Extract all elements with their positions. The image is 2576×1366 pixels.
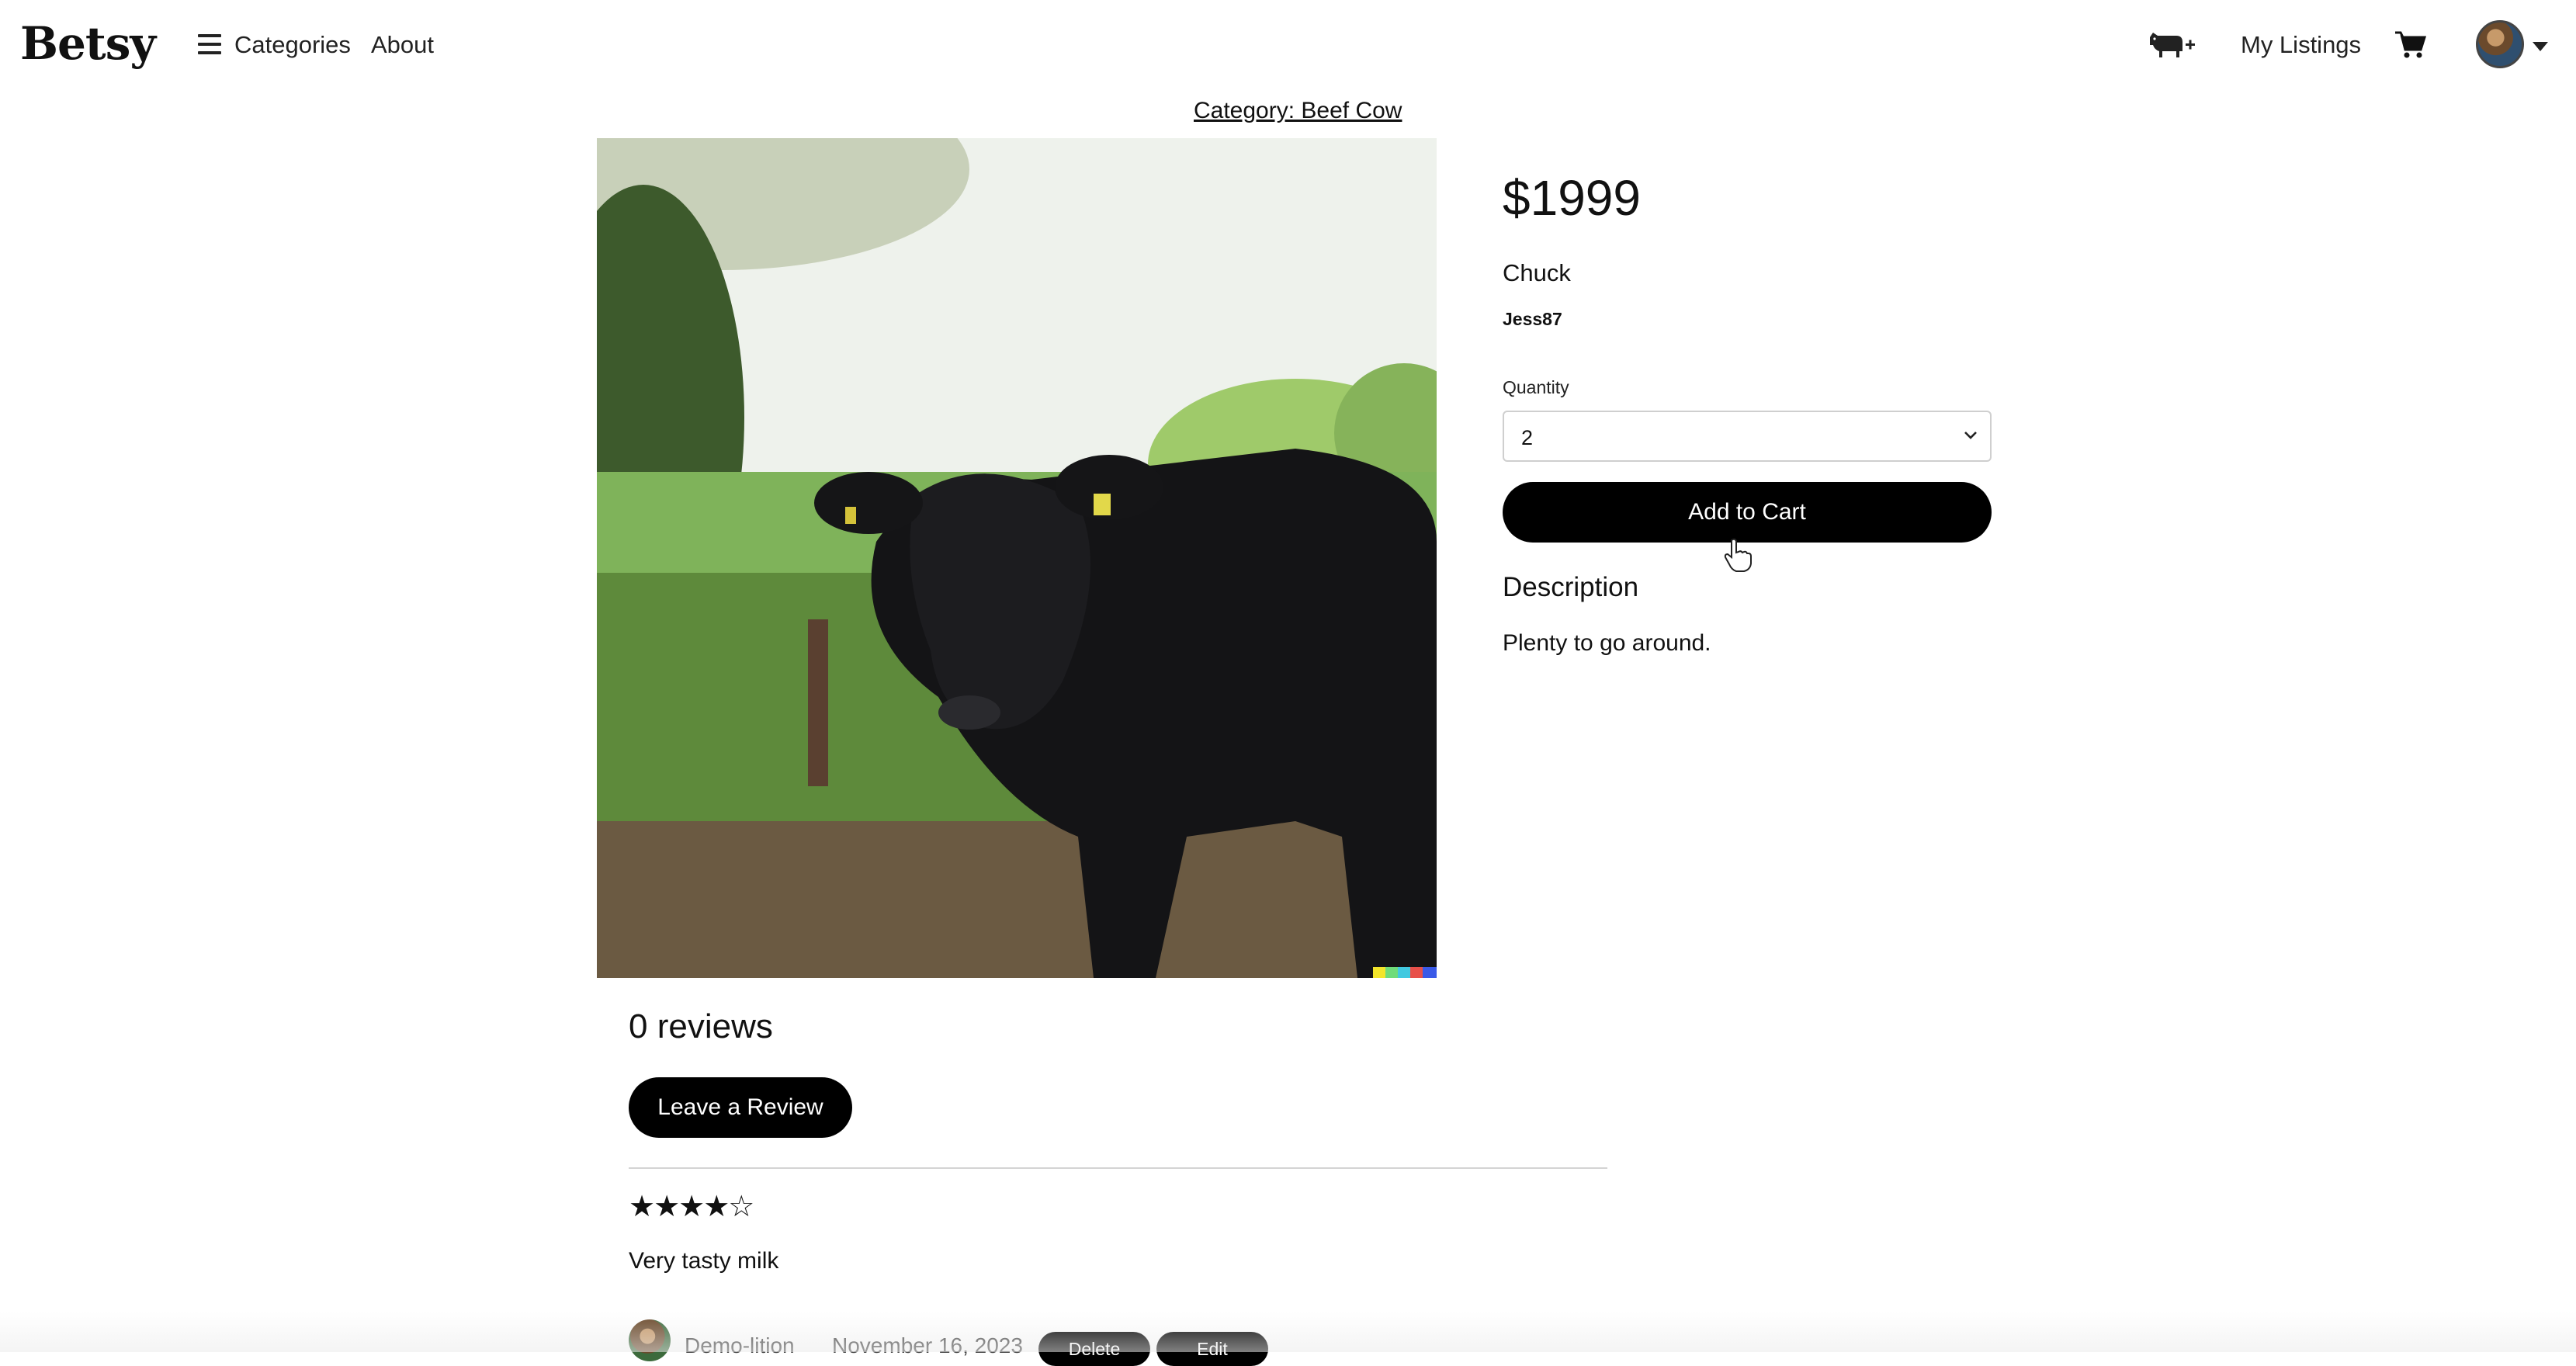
nav-categories-link[interactable]: Categories [234,31,351,59]
product-image [597,138,1437,978]
reviews-count: 0 reviews [629,1007,773,1045]
seller-name[interactable]: Jess87 [1503,309,1562,330]
betsy-logo[interactable]: Betsy [20,17,156,70]
edit-review-button[interactable]: Edit [1156,1332,1268,1366]
nav-about-link[interactable]: About [371,31,434,59]
divider [629,1167,1607,1169]
hand-pointer-cursor-icon [1724,538,1752,572]
category-link[interactable]: Category: Beef Cow [1194,98,1402,124]
quantity-select[interactable]: 2 [1503,411,1992,462]
leave-review-button[interactable]: Leave a Review [629,1077,852,1138]
product-price: $1999 [1503,170,1641,226]
review-date: November 16, 2023 [832,1333,1023,1357]
product-name: Chuck [1503,259,1571,286]
top-navbar: Betsy Categories About My Listings [0,0,2576,93]
reviewer-avatar [629,1319,671,1361]
review-meta: Demo-lition November 16, 2023 Delete Edi… [629,1319,1327,1366]
review-text: Very tasty milk [629,1248,779,1274]
profile-avatar[interactable] [2476,20,2524,68]
cow-plus-icon[interactable] [2147,28,2196,62]
chevron-down-icon[interactable] [2533,42,2548,51]
delete-review-button[interactable]: Delete [1038,1332,1150,1366]
nav-my-listings-link[interactable]: My Listings [2241,31,2361,59]
cart-icon[interactable] [2394,28,2428,62]
description-heading: Description [1503,572,1639,602]
review-star-rating: ★★★★☆ [629,1189,754,1223]
hamburger-icon[interactable] [198,34,221,54]
cow-photo [597,138,1437,978]
review-author: Demo-lition [685,1333,795,1357]
description-text: Plenty to go around. [1503,630,1711,656]
chevron-down-icon [1964,432,1977,439]
quantity-label: Quantity [1503,377,1569,397]
add-to-cart-button[interactable]: Add to Cart [1503,482,1992,543]
quantity-value: 2 [1521,426,1534,449]
